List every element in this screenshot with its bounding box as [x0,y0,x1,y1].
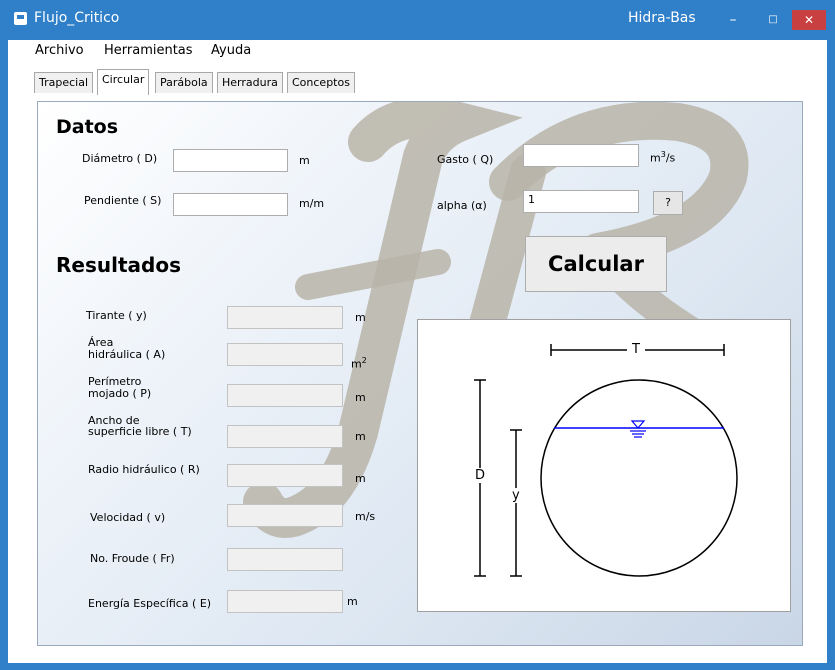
ancho-label-line2: superficie libre ( T) [88,425,192,438]
energia-output [227,590,343,613]
tirante-unit: m [355,311,366,324]
gasto-label: Gasto ( Q) [437,153,494,166]
diametro-label: Diámetro ( D) [82,152,158,165]
alpha-input[interactable]: 1 [523,190,639,213]
calcular-button[interactable]: Calcular [525,236,667,292]
tirante-output [227,306,343,329]
tab-parabola[interactable]: Parábola [155,72,213,94]
radio-output [227,464,343,487]
froude-label: No. Froude ( Fr) [90,552,175,565]
perimetro-unit: m [355,391,366,404]
froude-output [227,548,343,571]
diametro-unit: m [299,154,310,167]
datos-heading: Datos [56,116,119,138]
close-button[interactable]: ✕ [792,10,826,30]
gasto-unit: m3/s [650,150,676,165]
pendiente-unit: m/m [299,197,325,210]
alpha-label: alpha (α) [437,199,487,212]
pipe-circle [540,379,738,577]
window-brand: Hidra-Bas [628,10,696,26]
app-icon [14,12,27,25]
title-bar[interactable]: Flujo_Critico Hidra-Bas – □ ✕ [0,0,835,40]
maximize-button[interactable]: □ [759,10,787,30]
radio-unit: m [355,472,366,485]
gasto-input[interactable] [523,144,639,167]
diagram-label-D: D [475,468,486,483]
diagram-label-y: y [512,488,520,503]
menu-bar: Archivo Herramientas Ayuda [8,40,827,62]
circular-section-diagram: T D y [417,319,791,612]
velocidad-unit: m/s [355,510,376,523]
minimize-button[interactable]: – [719,10,747,30]
area-unit: m2 [351,356,367,371]
tab-trapecial[interactable]: Trapecial [34,72,94,94]
alpha-help-button[interactable]: ? [653,191,683,215]
energia-label: Energía Específica ( E) [88,597,212,610]
perimetro-output [227,384,343,407]
area-output [227,343,343,366]
menu-ayuda[interactable]: Ayuda [211,43,251,58]
menu-herramientas[interactable]: Herramientas [104,43,193,58]
circular-section-drawing [474,344,738,577]
tab-strip: Trapecial Circular Parábola Herradura Co… [8,62,827,95]
area-label-line2: hidráulica ( A) [88,348,166,361]
resultados-heading: Resultados [56,253,181,277]
velocidad-label: Velocidad ( v) [90,511,166,524]
ancho-output [227,425,343,448]
tab-herradura[interactable]: Herradura [217,72,283,94]
diagram-label-T: T [632,342,640,357]
radio-label: Radio hidráulico ( R) [88,463,200,476]
window-title: Flujo_Critico [34,10,120,26]
energia-unit: m [347,595,358,608]
diametro-input[interactable] [173,149,288,172]
velocidad-output [227,504,343,527]
menu-archivo[interactable]: Archivo [35,43,84,58]
water-level-icon [630,420,646,429]
tirante-label: Tirante ( y) [86,309,147,322]
perimetro-label-line2: mojado ( P) [88,387,152,400]
tab-conceptos[interactable]: Conceptos [287,72,355,94]
pendiente-input[interactable] [173,193,288,216]
pendiente-label: Pendiente ( S) [84,194,162,207]
ancho-unit: m [355,430,366,443]
tab-circular[interactable]: Circular [97,69,150,95]
